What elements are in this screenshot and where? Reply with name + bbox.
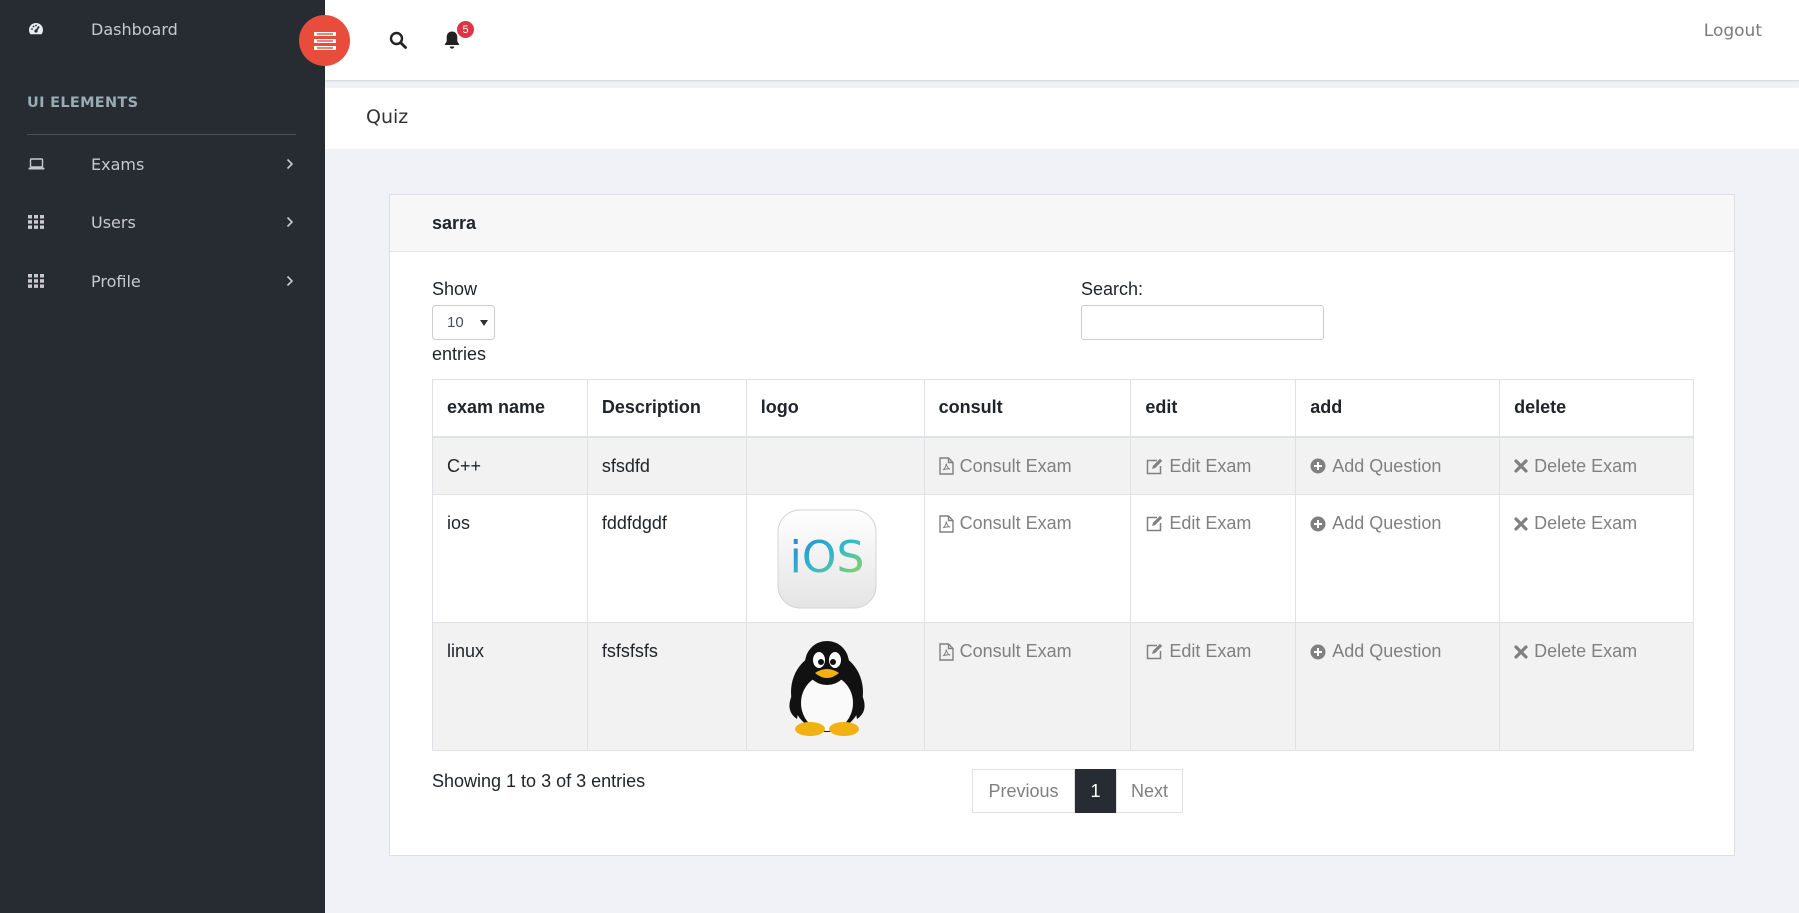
page-size-select[interactable]: 10 <box>432 305 495 340</box>
exam-name-cell: linux <box>432 622 588 751</box>
search-label: Search: <box>1081 279 1144 299</box>
logo-cell <box>745 622 925 751</box>
table-header-row: exam name Description logo consult edit … <box>432 379 1694 438</box>
description-cell: fsfsfsfs <box>586 622 747 751</box>
table-row: linux fsfsfsfs Consult Exam Edit Exam Ad… <box>432 622 1694 751</box>
delete-exam-link[interactable]: Delete Exam <box>1514 456 1637 477</box>
next-page-button[interactable]: Next <box>1116 769 1183 813</box>
sidebar-item-exams[interactable]: Exams <box>0 144 325 184</box>
plus-circle-icon <box>1310 644 1326 660</box>
edit-icon <box>1145 515 1163 532</box>
column-header[interactable]: exam name <box>432 379 588 438</box>
caret-down-icon <box>480 320 488 326</box>
menu-toggle-button[interactable] <box>299 15 350 66</box>
edit-exam-link[interactable]: Edit Exam <box>1145 513 1251 534</box>
previous-page-button[interactable]: Previous <box>972 769 1075 813</box>
search-icon[interactable] <box>386 28 410 52</box>
logo-cell: iOS <box>745 494 925 623</box>
exam-name-cell: C++ <box>432 436 588 495</box>
sidebar-item-dashboard[interactable]: Dashboard <box>0 9 325 49</box>
column-header[interactable]: logo <box>745 379 925 438</box>
add-question-link[interactable]: Add Question <box>1310 641 1441 662</box>
times-icon <box>1514 644 1528 659</box>
file-pdf-icon <box>938 514 954 533</box>
menu-list-icon <box>313 31 336 50</box>
sidebar-item-label: Exams <box>91 154 145 174</box>
edit-icon <box>1145 458 1163 475</box>
consult-exam-link[interactable]: Consult Exam <box>938 456 1072 477</box>
consult-exam-link[interactable]: Consult Exam <box>938 513 1072 534</box>
grid-icon <box>26 212 46 232</box>
add-question-link[interactable]: Add Question <box>1310 513 1441 534</box>
svg-text:iOS: iOS <box>789 532 864 583</box>
times-icon <box>1514 459 1528 473</box>
chevron-right-icon <box>286 212 298 232</box>
logout-link[interactable]: Logout <box>1704 21 1762 41</box>
column-header[interactable]: consult <box>923 379 1132 438</box>
logo-cell <box>745 436 925 495</box>
page-size-value: 10 <box>447 314 464 331</box>
exam-name-cell: ios <box>432 494 588 623</box>
notification-badge: 5 <box>457 21 474 38</box>
card-title: sarra <box>432 213 477 233</box>
page-1-button[interactable]: 1 <box>1075 769 1116 813</box>
description-cell: fddfdgdf <box>586 494 747 623</box>
edit-exam-link[interactable]: Edit Exam <box>1145 456 1251 477</box>
search-input[interactable] <box>1081 305 1324 340</box>
sidebar-item-label: Dashboard <box>91 19 178 39</box>
linux-tux-logo <box>777 637 877 737</box>
description-cell: sfsdfd <box>586 436 747 495</box>
column-header[interactable]: add <box>1295 379 1501 438</box>
chevron-right-icon <box>286 154 298 174</box>
page-title: Quiz <box>366 106 409 128</box>
entries-label: entries <box>432 344 487 364</box>
file-pdf-icon <box>938 642 954 661</box>
sidebar-item-users[interactable]: Users <box>0 202 325 242</box>
table-info: Showing 1 to 3 of 3 entries <box>432 771 646 791</box>
chevron-right-icon <box>286 271 298 291</box>
table-row: C++ sfsdfd Consult Exam Edit Exam Add Qu… <box>432 436 1694 495</box>
sidebar: Dashboard UI ELEMENTS Exams Users Profil… <box>0 0 325 913</box>
pagination: Previous 1 Next <box>972 769 1183 813</box>
column-header[interactable]: edit <box>1130 379 1297 438</box>
sidebar-section-heading: UI ELEMENTS <box>27 95 139 111</box>
times-icon <box>1514 516 1528 531</box>
exams-card: sarra Show 10 entries Search: exam name … <box>389 194 1735 856</box>
edit-exam-link[interactable]: Edit Exam <box>1145 641 1251 662</box>
delete-exam-link[interactable]: Delete Exam <box>1514 641 1637 662</box>
card-header: sarra <box>390 195 1734 252</box>
table-row: ios fddfdgdf iOS Consult Exam Edit Exam … <box>432 494 1694 623</box>
delete-exam-link[interactable]: Delete Exam <box>1514 513 1637 534</box>
consult-exam-link[interactable]: Consult Exam <box>938 641 1072 662</box>
sidebar-item-label: Profile <box>91 271 141 291</box>
show-label: Show <box>432 279 478 299</box>
column-header[interactable]: delete <box>1499 379 1694 438</box>
exams-table: exam name Description logo consult edit … <box>432 379 1694 751</box>
laptop-icon <box>26 154 46 174</box>
add-question-link[interactable]: Add Question <box>1310 456 1441 477</box>
sidebar-item-label: Users <box>91 212 136 232</box>
dashboard-gauge-icon <box>26 19 46 39</box>
plus-circle-icon <box>1310 516 1326 532</box>
ios-logo: iOS <box>777 509 877 609</box>
plus-circle-icon <box>1310 458 1326 474</box>
sidebar-divider <box>27 134 296 135</box>
top-header <box>325 0 1799 81</box>
edit-icon <box>1145 643 1163 660</box>
grid-icon <box>26 271 46 291</box>
sidebar-item-profile[interactable]: Profile <box>0 261 325 301</box>
column-header[interactable]: Description <box>586 379 747 438</box>
breadcrumb: Quiz <box>325 88 1799 149</box>
file-pdf-icon <box>938 457 954 475</box>
